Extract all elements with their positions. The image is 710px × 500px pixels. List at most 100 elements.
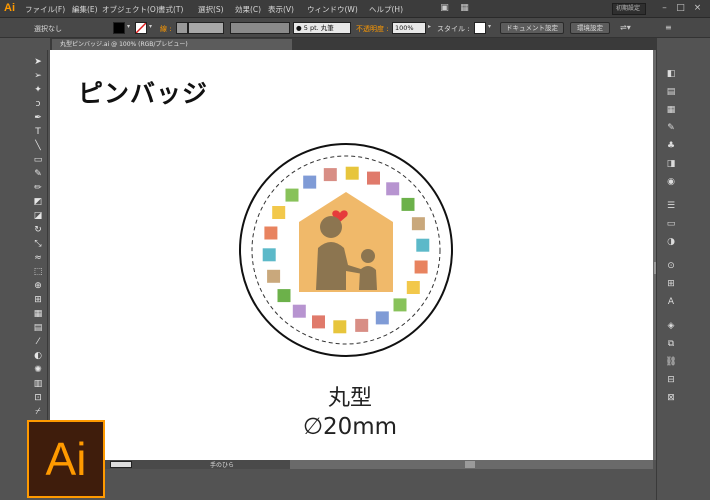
- restore-icon[interactable]: □: [676, 4, 685, 13]
- menu-file[interactable]: ファイル(F): [25, 4, 65, 15]
- variable-width-profile[interactable]: [230, 22, 290, 34]
- character-icon[interactable]: A: [665, 296, 677, 308]
- layers-icon[interactable]: ◈: [665, 320, 677, 332]
- artboard-tool-icon[interactable]: ⊡: [32, 392, 44, 404]
- menu-edit[interactable]: 編集(E): [72, 4, 98, 15]
- pathfinder-icon[interactable]: ⊟: [665, 374, 677, 386]
- round-pin-badge-artwork: [239, 143, 453, 357]
- color-square: [267, 269, 281, 283]
- document-setup-button[interactable]: ドキュメント設定: [500, 22, 564, 34]
- menu-type[interactable]: 書式(T): [158, 4, 183, 15]
- stroke-weight-field[interactable]: [188, 22, 224, 34]
- menu-window[interactable]: ウィンドウ(W): [307, 4, 358, 15]
- perspective-grid-tool-icon[interactable]: ⊞: [32, 294, 44, 306]
- menu-view[interactable]: 表示(V): [268, 4, 294, 15]
- bridge-icon[interactable]: ▦: [460, 4, 469, 13]
- selection-tool-icon[interactable]: ➤: [32, 56, 44, 68]
- rotate-tool-icon[interactable]: ↻: [32, 224, 44, 236]
- color-square: [272, 206, 286, 219]
- color-square: [312, 315, 325, 329]
- shape-name-label: 丸型: [327, 386, 372, 411]
- pencil-tool-icon[interactable]: ✏: [32, 182, 44, 194]
- style-dropdown-icon[interactable]: ▾: [488, 23, 491, 30]
- shape-builder-tool-icon[interactable]: ⊕: [32, 280, 44, 292]
- preferences-button[interactable]: 環境設定: [570, 22, 610, 34]
- color-panel-icon[interactable]: ◧: [665, 68, 677, 80]
- color-square: [406, 281, 420, 294]
- scale-tool-icon[interactable]: ⤡: [32, 238, 44, 250]
- align-icon[interactable]: ⇌▾: [620, 23, 631, 32]
- left-gutter: [0, 38, 28, 500]
- type-tool-icon[interactable]: T: [32, 126, 44, 138]
- appearance-icon[interactable]: ◉: [665, 176, 677, 188]
- stroke-panel-icon[interactable]: ☰: [665, 200, 677, 212]
- artboard-canvas[interactable]: ピンバッジ 丸型 ∅20mm: [50, 50, 653, 460]
- fill-swatch[interactable]: [113, 22, 125, 34]
- color-guide-icon[interactable]: ▤: [665, 86, 677, 98]
- illustrator-logo: Ai: [27, 420, 105, 498]
- symbol-sprayer-tool-icon[interactable]: ✺: [32, 364, 44, 376]
- opacity-dropdown-icon[interactable]: ▸: [428, 23, 431, 30]
- stroke-swatch[interactable]: [135, 22, 147, 34]
- navigator-icon[interactable]: ⊠: [665, 392, 677, 404]
- menu-effect[interactable]: 効果(C): [235, 4, 261, 15]
- panel-menu-icon[interactable]: ≡: [665, 23, 672, 32]
- zoom-field[interactable]: [110, 461, 132, 468]
- magic-wand-tool-icon[interactable]: ✦: [32, 84, 44, 96]
- swatches-icon[interactable]: ▦: [665, 104, 677, 116]
- color-square: [401, 197, 415, 211]
- slice-tool-icon[interactable]: ⌿: [32, 406, 44, 418]
- free-transform-tool-icon[interactable]: ⬚: [32, 266, 44, 278]
- color-square: [303, 175, 317, 189]
- gradient-panel-icon[interactable]: ▭: [665, 218, 677, 230]
- line-tool-icon[interactable]: ╲: [32, 140, 44, 152]
- stroke-weight-stepper[interactable]: [176, 22, 188, 34]
- horizontal-scrollbar[interactable]: [290, 460, 653, 469]
- control-bar: 選択なし ▾ ▾ 線 : ● 5 pt. 丸筆 不透明度 : 100% ▸ スタ…: [0, 18, 710, 38]
- eyedropper-tool-icon[interactable]: ⁄: [32, 336, 44, 348]
- illustrator-logo-text: Ai: [45, 433, 87, 485]
- mesh-tool-icon[interactable]: ▦: [32, 308, 44, 320]
- lasso-tool-icon[interactable]: ↄ: [32, 98, 44, 110]
- child-body: [359, 266, 377, 290]
- blob-brush-tool-icon[interactable]: ◩: [32, 196, 44, 208]
- selection-status: 選択なし: [34, 25, 62, 33]
- align-panel-icon[interactable]: ⊞: [665, 278, 677, 290]
- color-square: [386, 182, 400, 196]
- brushes-icon[interactable]: ✎: [665, 122, 677, 134]
- brush-definition[interactable]: ● 5 pt. 丸筆: [293, 22, 351, 34]
- pin-badge-title: ピンバッジ: [78, 79, 209, 108]
- graphic-styles-icon[interactable]: ◨: [665, 158, 677, 170]
- document-tab[interactable]: 丸型ピンバッジ.ai @ 100% (RGB/プレビュー): [52, 39, 292, 50]
- fill-dropdown-icon[interactable]: ▾: [127, 23, 130, 30]
- graphic-style-swatch[interactable]: [474, 22, 486, 34]
- links-icon[interactable]: ⛓: [665, 356, 677, 368]
- menu-object[interactable]: オブジェクト(O): [102, 4, 159, 15]
- eraser-tool-icon[interactable]: ◪: [32, 210, 44, 222]
- warp-tool-icon[interactable]: ≈: [32, 252, 44, 264]
- direct-selection-tool-icon[interactable]: ➢: [32, 70, 44, 82]
- blend-tool-icon[interactable]: ◐: [32, 350, 44, 362]
- close-icon[interactable]: ×: [693, 4, 702, 13]
- menu-select[interactable]: 選択(S): [198, 4, 224, 15]
- opacity-field[interactable]: 100%: [392, 22, 426, 34]
- minimize-icon[interactable]: –: [660, 4, 669, 13]
- opacity-label[interactable]: 不透明度 :: [356, 24, 389, 34]
- child-head: [361, 249, 375, 263]
- graph-tool-icon[interactable]: ▥: [32, 378, 44, 390]
- menu-help[interactable]: ヘルプ(H): [369, 4, 403, 15]
- pen-tool-icon[interactable]: ✒: [32, 112, 44, 124]
- horizontal-scroll-thumb[interactable]: [465, 461, 475, 468]
- diameter-label: ∅20mm: [302, 414, 398, 440]
- workspace-switcher[interactable]: 初期設定: [612, 3, 646, 15]
- arrange-documents-icon[interactable]: ▣: [440, 4, 449, 13]
- color-square: [416, 238, 430, 252]
- stroke-dropdown-icon[interactable]: ▾: [149, 23, 152, 30]
- rectangle-tool-icon[interactable]: ▭: [32, 154, 44, 166]
- paintbrush-tool-icon[interactable]: ✎: [32, 168, 44, 180]
- gradient-tool-icon[interactable]: ▤: [32, 322, 44, 334]
- transparency-icon[interactable]: ◑: [665, 236, 677, 248]
- transform-icon[interactable]: ⊙: [665, 260, 677, 272]
- artboards-icon[interactable]: ⧉: [665, 338, 677, 350]
- symbols-icon[interactable]: ♣: [665, 140, 677, 152]
